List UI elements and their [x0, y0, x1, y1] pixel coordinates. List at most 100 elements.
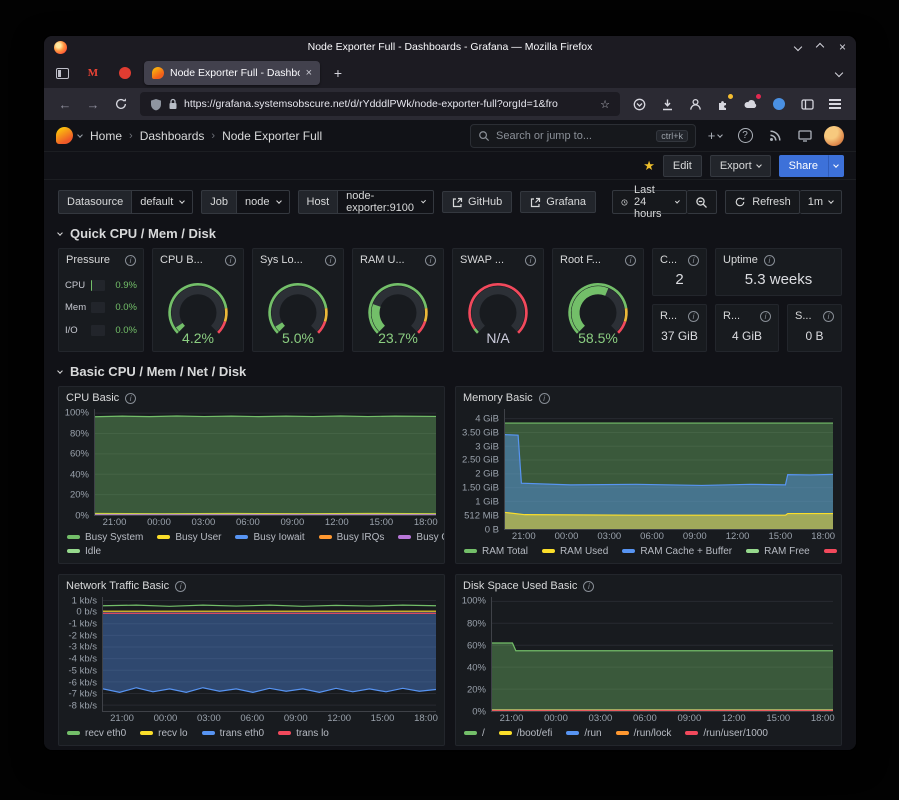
- sidebar-button[interactable]: [794, 91, 820, 117]
- url-text[interactable]: https://grafana.systemsobscure.net/d/rYd…: [184, 98, 594, 110]
- legend-item[interactable]: Busy User: [157, 532, 221, 543]
- host-picker[interactable]: Host node-exporter:9100: [298, 190, 435, 214]
- time-range-picker[interactable]: Last 24 hours: [612, 190, 687, 214]
- legend-item[interactable]: recv lo: [140, 728, 187, 739]
- legend-swatch: [319, 535, 332, 539]
- info-icon[interactable]: i: [760, 311, 771, 322]
- legend-item[interactable]: RAM Used: [542, 546, 608, 557]
- display-button[interactable]: [794, 124, 816, 148]
- time-series-chart[interactable]: 100%80%60%40%20%0%21:0000:0003:0006:0009…: [59, 406, 444, 529]
- reload-button[interactable]: [108, 91, 134, 117]
- info-icon[interactable]: i: [583, 581, 594, 592]
- extensions-button[interactable]: [710, 91, 736, 117]
- active-tab[interactable]: Node Exporter Full - Dashbo ×: [144, 61, 320, 85]
- info-icon[interactable]: i: [688, 255, 699, 266]
- breadcrumb-dashboards[interactable]: Dashboards: [140, 129, 205, 143]
- info-icon[interactable]: i: [688, 311, 699, 322]
- panel-uptime: Uptime i 5.3 weeks: [715, 248, 842, 296]
- plot-area[interactable]: [102, 597, 436, 712]
- pocket-button[interactable]: [626, 91, 652, 117]
- firefox-view-button[interactable]: [50, 62, 74, 84]
- info-icon[interactable]: i: [823, 311, 834, 322]
- search-input[interactable]: Search or jump to... ctrl+k: [470, 124, 696, 148]
- forward-button[interactable]: →: [80, 91, 106, 117]
- legend-item[interactable]: recv eth0: [67, 728, 126, 739]
- legend-item[interactable]: SWAP Used: [824, 546, 842, 557]
- time-series-chart[interactable]: 4 GiB3.50 GiB3 GiB2.50 GiB2 GiB1.50 GiB1…: [456, 406, 841, 543]
- grafana-link-button[interactable]: Grafana: [520, 191, 596, 213]
- legend-item[interactable]: /run/user/1000: [685, 728, 768, 739]
- legend-item[interactable]: Idle: [67, 546, 101, 557]
- plot-area[interactable]: [504, 409, 833, 530]
- info-icon[interactable]: i: [325, 255, 336, 266]
- legend-item[interactable]: trans lo: [278, 728, 329, 739]
- refresh-interval-picker[interactable]: 1m: [800, 190, 842, 214]
- time-series-chart[interactable]: 1 kb/s0 b/s-1 kb/s-2 kb/s-3 kb/s-4 kb/s-…: [59, 594, 444, 725]
- time-series-chart[interactable]: 100%80%60%40%20%0%21:0000:0003:0006:0009…: [456, 594, 841, 725]
- panel-title: Root F...: [560, 254, 601, 266]
- info-icon[interactable]: i: [425, 255, 436, 266]
- favorite-star-button[interactable]: ★: [643, 158, 655, 174]
- github-link-button[interactable]: GitHub: [442, 191, 512, 213]
- window-titlebar[interactable]: Node Exporter Full - Dashboards - Grafan…: [44, 36, 856, 58]
- window-minimize-button[interactable]: [794, 43, 802, 51]
- new-tab-button[interactable]: +: [326, 61, 350, 85]
- help-button[interactable]: ?: [734, 124, 756, 148]
- section-basic-cpu-mem-net-disk[interactable]: Basic CPU / Mem / Net / Disk: [44, 352, 856, 386]
- plot-area[interactable]: [491, 597, 833, 712]
- lock-icon[interactable]: [168, 98, 178, 110]
- legend-item[interactable]: /boot/efi: [499, 728, 553, 739]
- pinned-tab-red[interactable]: [112, 61, 138, 85]
- window-maximize-button[interactable]: [816, 43, 824, 51]
- tracking-protection-icon[interactable]: [150, 98, 162, 111]
- plot-area[interactable]: [94, 409, 436, 516]
- legend-item[interactable]: RAM Total: [464, 546, 528, 557]
- legend-item[interactable]: /: [464, 728, 485, 739]
- legend-item[interactable]: /run/lock: [616, 728, 672, 739]
- legend-item[interactable]: RAM Free: [746, 546, 810, 557]
- news-button[interactable]: [764, 124, 786, 148]
- legend-item[interactable]: Busy Iowait: [235, 532, 304, 543]
- legend-item[interactable]: RAM Cache + Buffer: [622, 546, 732, 557]
- legend-item[interactable]: /run: [566, 728, 601, 739]
- legend-item[interactable]: trans eth0: [202, 728, 264, 739]
- downloads-button[interactable]: [654, 91, 680, 117]
- edit-button[interactable]: Edit: [663, 155, 702, 177]
- section-quick-cpu-mem-disk[interactable]: Quick CPU / Mem / Disk: [44, 214, 856, 248]
- url-bar[interactable]: https://grafana.systemsobscure.net/d/rYd…: [140, 92, 620, 116]
- share-caret-button[interactable]: [828, 155, 844, 177]
- sync-button[interactable]: [738, 91, 764, 117]
- info-icon[interactable]: i: [525, 255, 536, 266]
- back-button[interactable]: ←: [52, 91, 78, 117]
- refresh-button[interactable]: Refresh: [725, 190, 800, 214]
- info-icon[interactable]: i: [225, 255, 236, 266]
- add-button[interactable]: +: [704, 124, 726, 148]
- info-icon[interactable]: i: [625, 255, 636, 266]
- datasource-picker[interactable]: Datasource default: [58, 190, 193, 214]
- grafana-home-button[interactable]: [56, 127, 82, 144]
- account-button[interactable]: [682, 91, 708, 117]
- export-button[interactable]: Export: [710, 155, 771, 177]
- menu-button[interactable]: [822, 91, 848, 117]
- x-axis: 21:0000:0003:0006:0009:0012:0015:0018:00: [94, 516, 436, 529]
- legend-item[interactable]: Busy IRQs: [319, 532, 385, 543]
- pinned-tab-gmail[interactable]: M: [80, 61, 106, 85]
- share-button[interactable]: Share: [779, 155, 828, 177]
- list-tabs-button[interactable]: [828, 70, 850, 76]
- x-axis-label: 03:00: [197, 713, 221, 724]
- info-icon[interactable]: i: [539, 393, 550, 404]
- legend-item[interactable]: Busy System: [67, 532, 143, 543]
- window-close-button[interactable]: ×: [839, 41, 846, 53]
- container-button[interactable]: [766, 91, 792, 117]
- legend-item[interactable]: Busy Other: [398, 532, 445, 543]
- info-icon[interactable]: i: [175, 581, 186, 592]
- avatar[interactable]: [824, 126, 844, 146]
- info-icon[interactable]: i: [125, 393, 136, 404]
- info-icon[interactable]: i: [764, 255, 775, 266]
- job-picker[interactable]: Job node: [201, 190, 289, 214]
- breadcrumb-home[interactable]: Home: [90, 129, 122, 143]
- zoom-out-button[interactable]: [687, 190, 717, 214]
- info-icon[interactable]: i: [125, 255, 136, 266]
- bookmark-star-icon[interactable]: ☆: [600, 98, 610, 111]
- tab-close-icon[interactable]: ×: [306, 67, 312, 79]
